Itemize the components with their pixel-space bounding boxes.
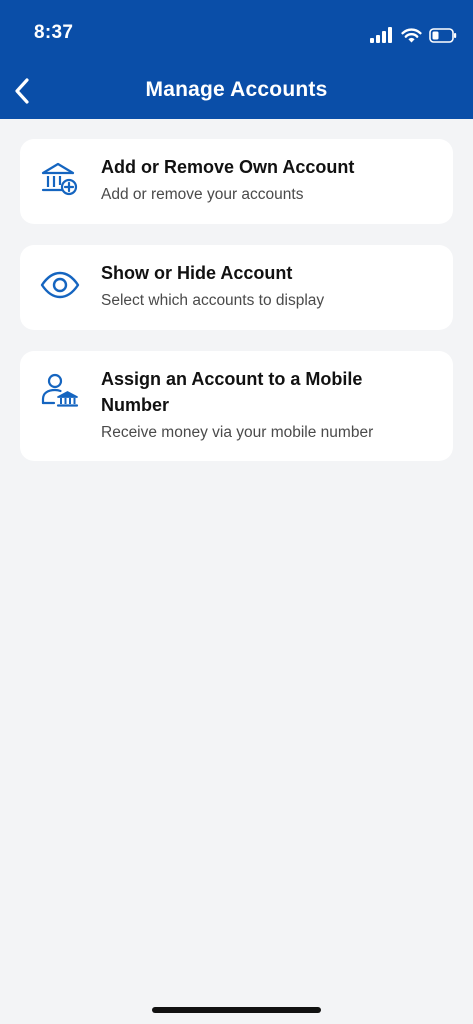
top-bar: 8:37 Manage Accounts bbox=[0, 0, 473, 119]
cellular-signal-icon bbox=[370, 27, 392, 43]
option-subtitle: Select which accounts to display bbox=[101, 292, 325, 309]
assign-account-mobile-option[interactable]: Assign an Account to a Mobile Number Rec… bbox=[20, 351, 453, 461]
navigation-row: Manage Accounts bbox=[0, 68, 473, 114]
bank-add-icon bbox=[41, 162, 78, 196]
battery-icon bbox=[429, 27, 457, 43]
option-title: Add or Remove Own Account bbox=[101, 157, 355, 177]
status-icons bbox=[370, 24, 457, 46]
show-hide-account-option[interactable]: Show or Hide Account Select which accoun… bbox=[20, 245, 453, 330]
wifi-icon bbox=[401, 28, 422, 43]
eye-icon bbox=[40, 271, 80, 299]
option-title: Show or Hide Account bbox=[101, 263, 293, 283]
person-bank-icon bbox=[41, 373, 79, 407]
manage-accounts-screen: 8:37 Manage Accounts Add or Remove Own A… bbox=[0, 0, 473, 1024]
home-indicator[interactable] bbox=[152, 1007, 321, 1013]
option-subtitle: Add or remove your accounts bbox=[101, 186, 304, 203]
option-subtitle: Receive money via your mobile number bbox=[101, 424, 374, 441]
option-title: Assign an Account to a Mobile Number bbox=[101, 369, 363, 415]
page-title: Manage Accounts bbox=[145, 78, 328, 101]
status-time: 8:37 bbox=[34, 22, 74, 43]
add-remove-account-option[interactable]: Add or Remove Own Account Add or remove … bbox=[20, 139, 453, 224]
